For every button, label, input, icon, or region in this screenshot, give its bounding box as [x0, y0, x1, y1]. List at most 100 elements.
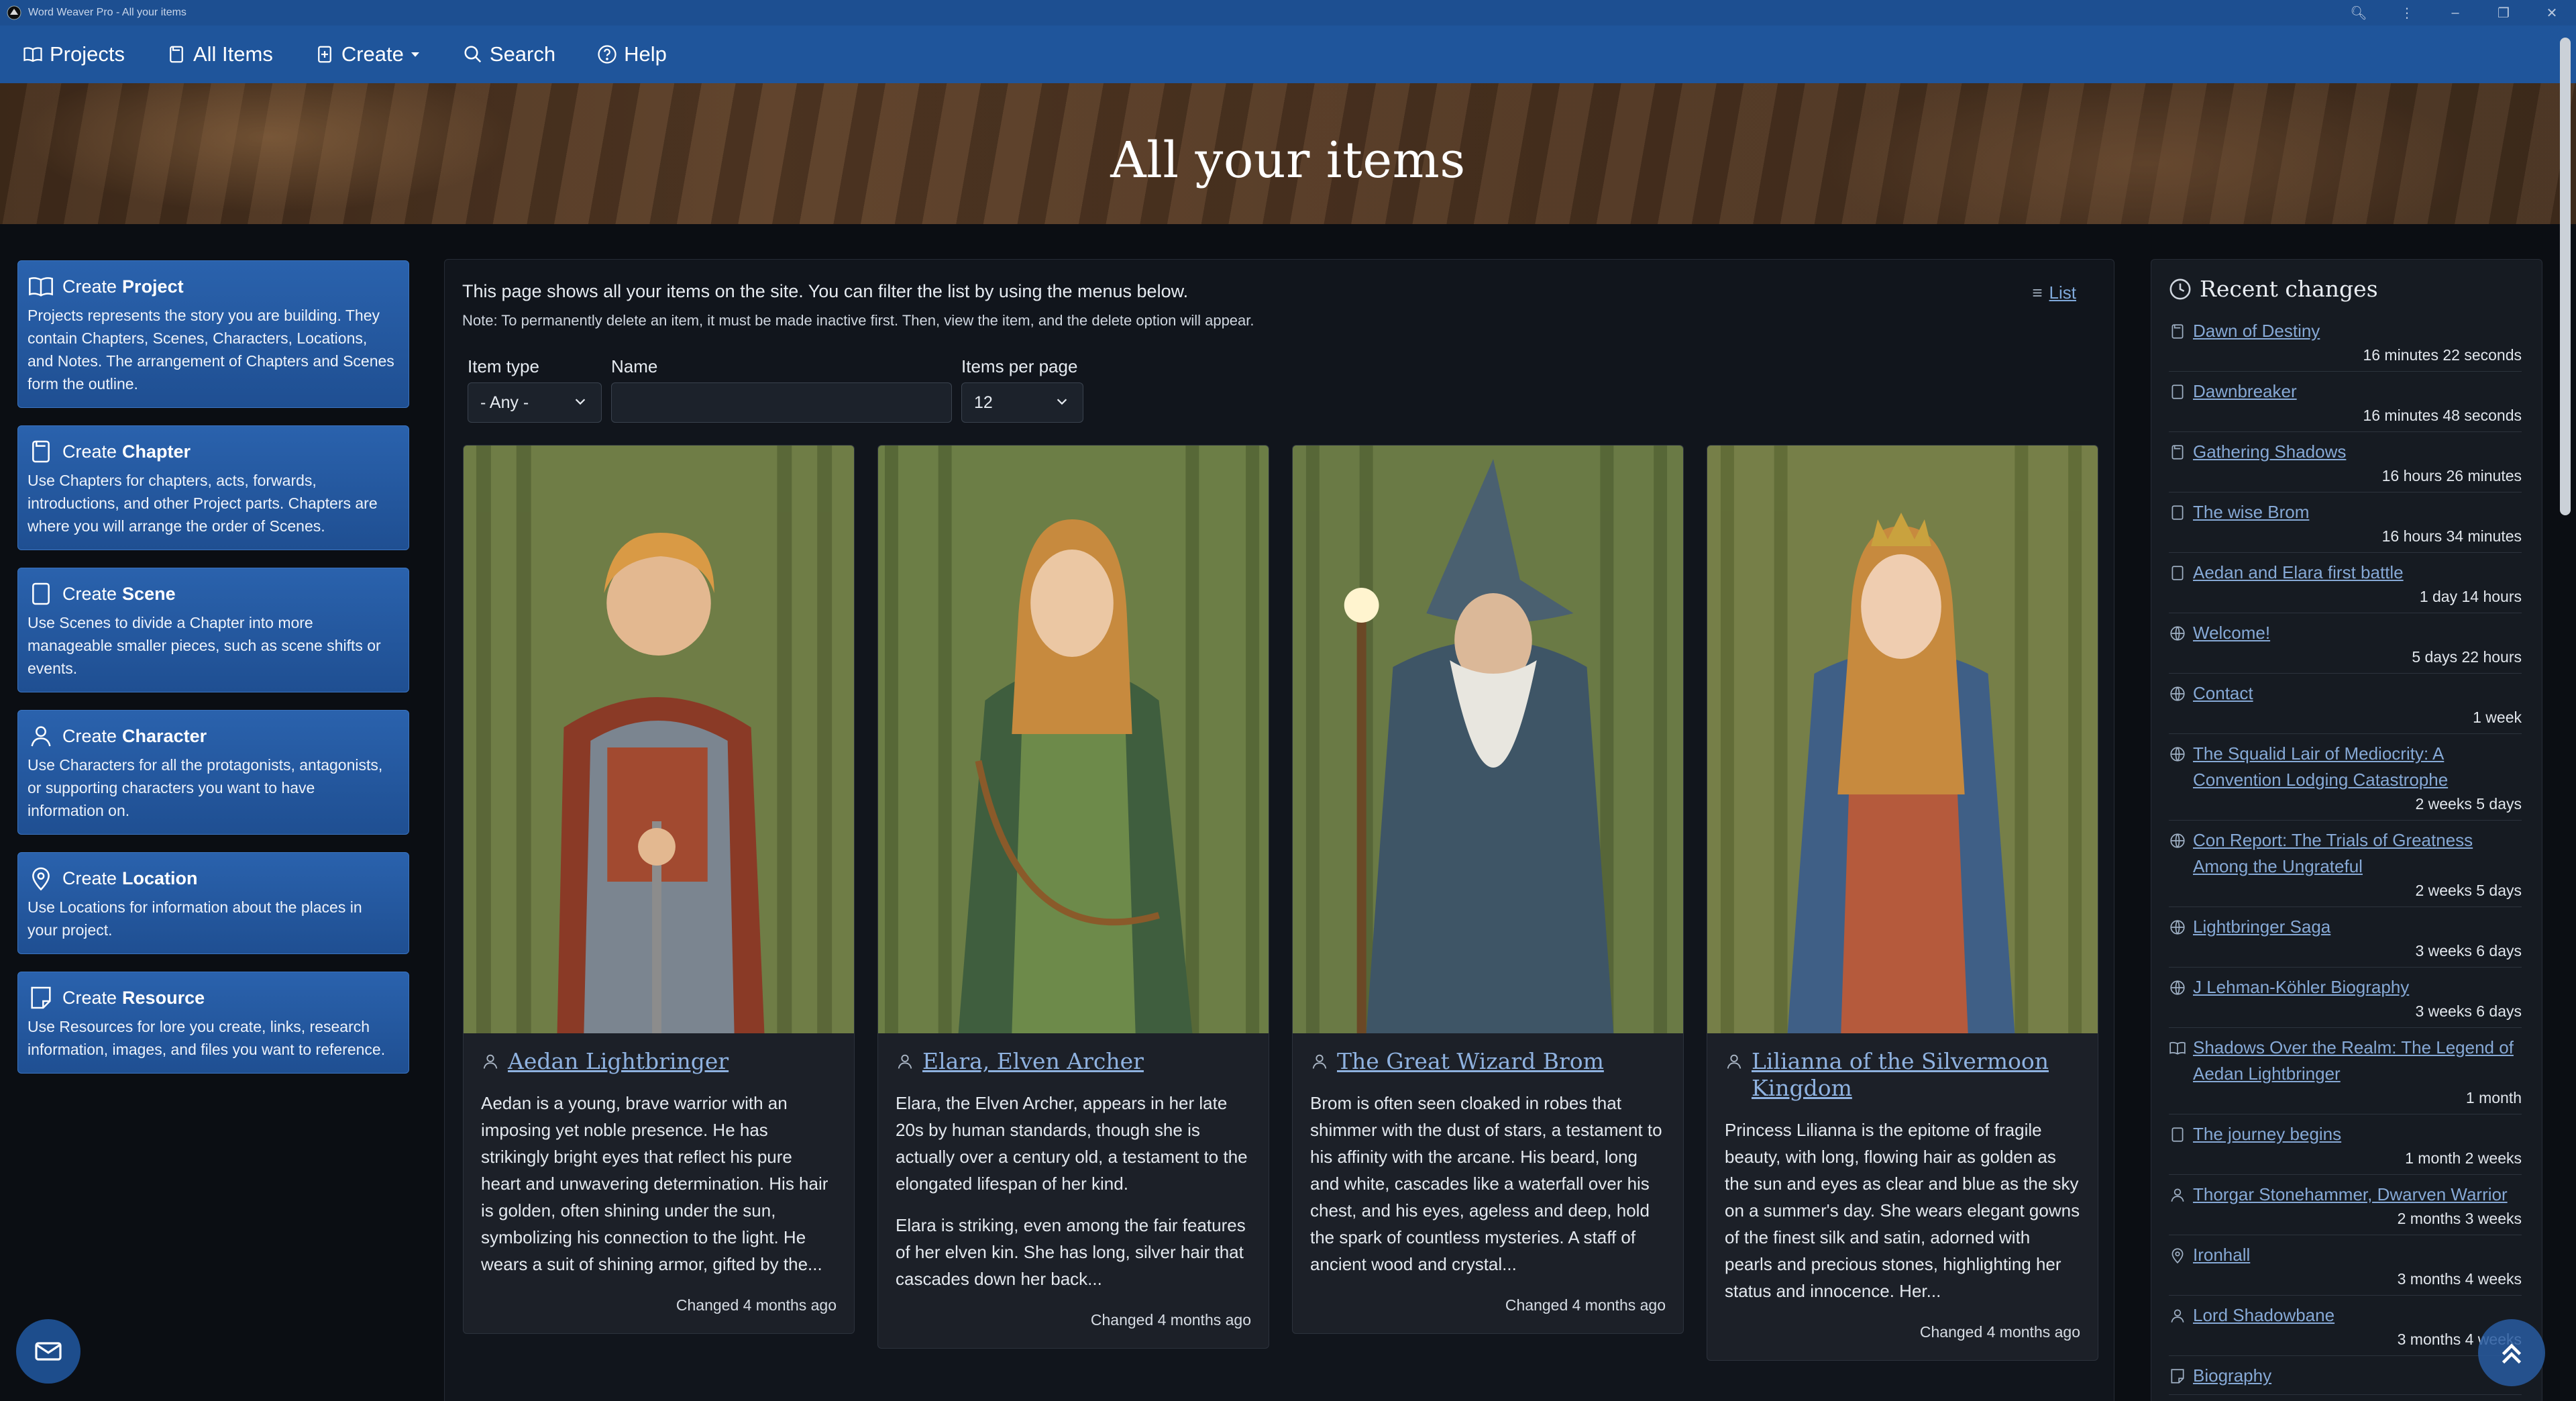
- maximize-button[interactable]: ❐: [2479, 5, 2528, 21]
- item-title-link[interactable]: The Great Wizard Brom: [1310, 1048, 1666, 1075]
- recent-change-label: Welcome!: [2193, 623, 2271, 643]
- nav-create-label: Create: [341, 42, 404, 66]
- create-resource-title: Create Resource: [28, 984, 395, 1011]
- item-description: Aedan is a young, brave warrior with an …: [481, 1090, 837, 1278]
- recent-change-link[interactable]: Aedan and Elara first battle: [2169, 560, 2522, 586]
- recent-change-link[interactable]: Dawn of Destiny: [2169, 318, 2522, 344]
- nav-create-dropdown[interactable]: Create: [315, 42, 421, 66]
- app-logo-icon: [7, 5, 21, 20]
- nav-help[interactable]: Help: [597, 42, 667, 66]
- recent-change-time: 2 weeks 5 days: [2415, 795, 2522, 813]
- desc-paragraph: Brom is often seen cloaked in robes that…: [1310, 1093, 1662, 1274]
- zoom-icon[interactable]: 🔍︎: [2334, 5, 2383, 21]
- create-project-card[interactable]: Create Project Projects represents the st…: [17, 260, 409, 408]
- window-titlebar: Word Weaver Pro - All your items 🔍︎ ⋮ – …: [0, 0, 2576, 25]
- kebab-menu-icon[interactable]: ⋮: [2383, 5, 2431, 21]
- item-card[interactable]: The Great Wizard Brom Brom is often seen…: [1292, 445, 1684, 1334]
- name-input[interactable]: [611, 382, 952, 423]
- list-icon: ≡: [2032, 282, 2043, 303]
- recent-change-link[interactable]: Contact: [2169, 680, 2522, 707]
- contact-mail-button[interactable]: [16, 1319, 80, 1384]
- nav-search-label: Search: [489, 42, 556, 66]
- nav-all-items[interactable]: All Items: [166, 42, 273, 66]
- nav-search[interactable]: Search: [463, 42, 555, 66]
- recent-change-time: 1 month: [2465, 1089, 2522, 1106]
- character-portrait[interactable]: [464, 446, 854, 1033]
- per-page-select[interactable]: 12: [961, 382, 1083, 423]
- chapter-icon: [2171, 324, 2184, 339]
- character-portrait[interactable]: [1707, 446, 2098, 1033]
- create-scene-card[interactable]: Create Scene Use Scenes to divide a Chapt…: [17, 568, 409, 692]
- person-icon: [1312, 1054, 1327, 1069]
- item-title-link[interactable]: Elara, Elven Archer: [896, 1048, 1251, 1075]
- item-type-value: - Any -: [480, 393, 529, 412]
- recent-change-label: Aedan and Elara first battle: [2193, 562, 2404, 582]
- recent-change-link[interactable]: Shadows Over the Realm: The Legend of Ae…: [2169, 1035, 2522, 1087]
- recent-change-link[interactable]: Con Report: The Trials of Greatness Amon…: [2169, 827, 2522, 880]
- create-location-card[interactable]: Create Location Use Locations for informa…: [17, 852, 409, 954]
- page-scrollbar-thumb[interactable]: [2560, 38, 2571, 515]
- recent-change-link[interactable]: Lord Shadowbane: [2169, 1302, 2522, 1329]
- close-button[interactable]: ✕: [2528, 5, 2576, 21]
- delete-note: Note: To permanently delete an item, it …: [462, 312, 1254, 329]
- item-title-link[interactable]: Lilianna of the Silvermoon Kingdom: [1725, 1048, 2080, 1102]
- filter-bar: Item type - Any - Name Items per page 12: [468, 356, 1083, 423]
- create-chapter-card[interactable]: Create Chapter Use Chapters for chapters,…: [17, 425, 409, 550]
- create-resource-card[interactable]: Create Resource Use Resources for lore yo…: [17, 972, 409, 1074]
- recent-change-link[interactable]: Thorgar Stonehammer, Dwarven Warrior: [2169, 1182, 2522, 1208]
- card-body: Elara, Elven Archer Elara, the Elven Arc…: [878, 1033, 1269, 1348]
- item-changed: Changed 4 months ago: [1090, 1311, 1251, 1329]
- create-sidebar: Create Project Projects represents the st…: [17, 260, 409, 1091]
- card-body: The Great Wizard Brom Brom is often seen…: [1293, 1033, 1683, 1333]
- recent-change-link[interactable]: Gathering Shadows: [2169, 439, 2522, 465]
- recent-change-item: Aedan and Elara first battle 1 day 14 hou…: [2169, 553, 2522, 613]
- create-character-title: Create Character: [28, 723, 395, 749]
- recent-change-link[interactable]: Biography: [2169, 1363, 2522, 1389]
- create-project-title: Create Project: [28, 273, 395, 300]
- globe-icon: [2170, 833, 2185, 848]
- recent-change-time: 3 weeks 6 days: [2415, 942, 2522, 959]
- back-to-top-button[interactable]: [2478, 1319, 2545, 1386]
- recent-change-item: Gathering Shadows 16 hours 26 minutes: [2169, 432, 2522, 492]
- book-icon: [23, 47, 42, 62]
- recent-change-label: Ironhall: [2193, 1245, 2251, 1265]
- recent-change-link[interactable]: The journey begins: [2169, 1121, 2522, 1147]
- recent-change-link[interactable]: The Squalid Lair of Mediocrity: A Conven…: [2169, 741, 2522, 793]
- person-icon: [898, 1054, 912, 1069]
- recent-change-time: 1 month 2 weeks: [2405, 1149, 2522, 1167]
- page-title: All your items: [1110, 132, 1466, 189]
- create-type: Character: [122, 725, 207, 746]
- recent-change-link[interactable]: The wise Brom: [2169, 499, 2522, 525]
- items-panel: This page shows all your items on the si…: [444, 259, 2114, 1401]
- recent-change-label: J Lehman-Köhler Biography: [2193, 977, 2410, 997]
- minimize-button[interactable]: –: [2431, 5, 2479, 21]
- create-description: Use Characters for all the protagonists,…: [28, 756, 383, 819]
- create-type: Project: [122, 276, 184, 297]
- name-filter: Name: [611, 356, 952, 423]
- item-title-link[interactable]: Aedan Lightbringer: [481, 1048, 837, 1075]
- recent-change-item: J Lehman-Köhler Biography 3 weeks 6 days: [2169, 968, 2522, 1028]
- recent-change-link[interactable]: Lightbringer Saga: [2169, 914, 2522, 940]
- item-title: Elara, Elven Archer: [922, 1048, 1144, 1074]
- recent-change-time: 16 minutes 22 seconds: [2363, 346, 2522, 364]
- recent-change-link[interactable]: Welcome!: [2169, 620, 2522, 646]
- item-card[interactable]: Elara, Elven Archer Elara, the Elven Arc…: [877, 445, 1269, 1349]
- recent-change-link[interactable]: Dawnbreaker: [2169, 378, 2522, 405]
- help-circle-icon: [598, 45, 616, 64]
- create-description: Use Locations for information about the …: [28, 898, 362, 939]
- list-view-toggle[interactable]: ≡ List: [2032, 282, 2076, 303]
- recent-change-item: Dawnbreaker 16 minutes 48 seconds: [2169, 372, 2522, 432]
- character-portrait[interactable]: [878, 446, 1269, 1033]
- create-character-card[interactable]: Create Character Use Characters for all t…: [17, 710, 409, 835]
- recent-change-time: 5 days 22 hours: [2412, 648, 2522, 666]
- recent-change-link[interactable]: Ironhall: [2169, 1242, 2522, 1268]
- character-portrait[interactable]: [1293, 446, 1683, 1033]
- nav-projects[interactable]: Projects: [23, 42, 125, 66]
- per-page-label: Items per page: [961, 356, 1078, 376]
- item-card[interactable]: Aedan Lightbringer Aedan is a young, bra…: [463, 445, 855, 1334]
- item-card[interactable]: Lilianna of the Silvermoon Kingdom Princ…: [1707, 445, 2098, 1361]
- item-type-select[interactable]: - Any -: [468, 382, 602, 423]
- recent-change-link[interactable]: J Lehman-Köhler Biography: [2169, 974, 2522, 1000]
- recent-change-item: The wise Brom 16 hours 34 minutes: [2169, 492, 2522, 553]
- recent-change-item: Shadows Over the Realm: The Legend of Ae…: [2169, 1028, 2522, 1114]
